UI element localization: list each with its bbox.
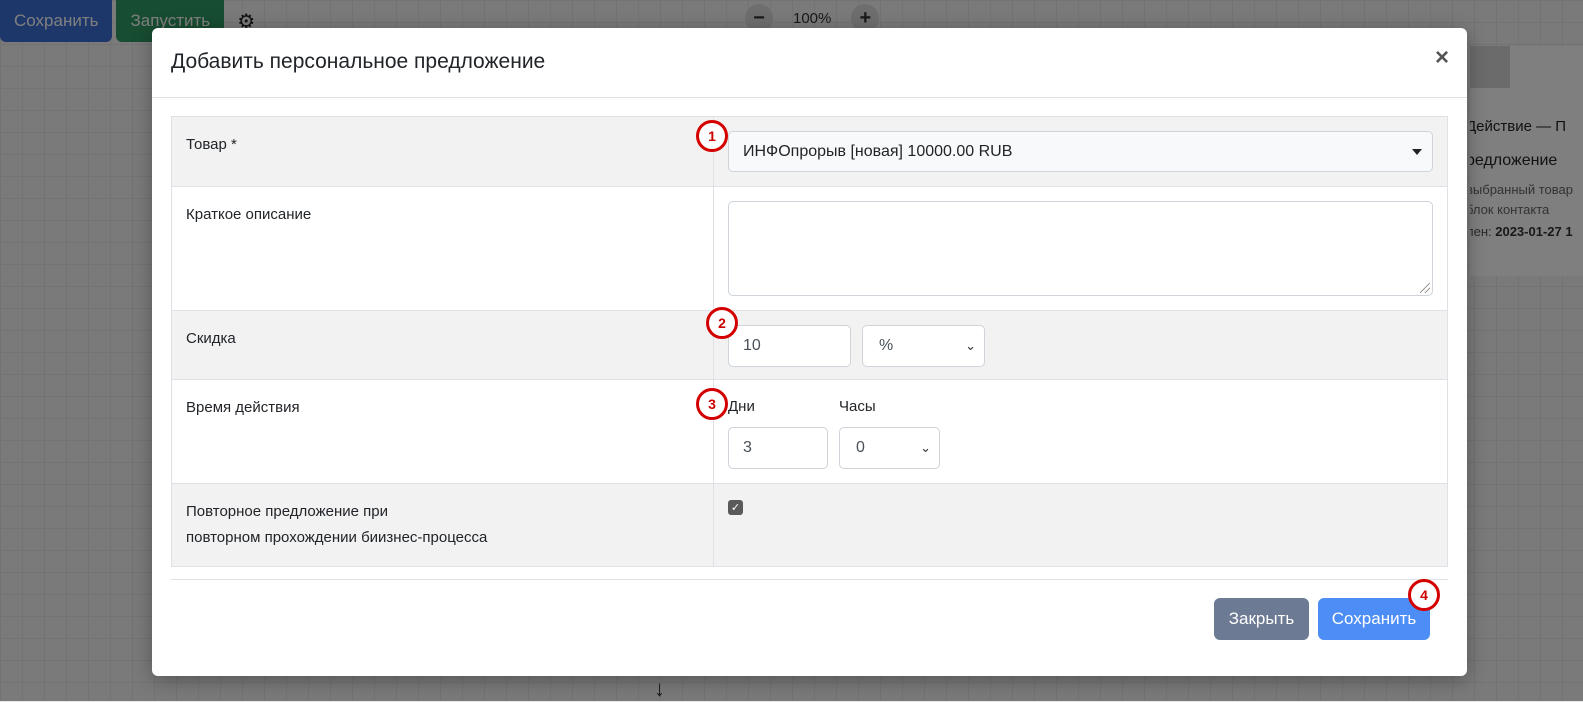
discount-input[interactable]: 10 xyxy=(728,325,851,367)
form-row-discount: Скидка 10 % ⌄ xyxy=(171,310,1448,380)
days-label: Дни xyxy=(728,398,755,415)
chevron-down-icon: ⌄ xyxy=(920,440,931,455)
product-select-value: ИНФОпрорыв [новая] 10000.00 RUB xyxy=(743,142,1013,160)
caret-down-icon xyxy=(1412,148,1422,155)
days-input[interactable]: 3 xyxy=(728,427,828,469)
hours-select-value: 0 xyxy=(856,439,865,456)
chevron-down-icon: ⌄ xyxy=(965,338,976,353)
hours-label: Часы xyxy=(839,398,876,415)
form-row-repeat: Повторное предложение при повторном прох… xyxy=(171,483,1448,567)
form-row-description: Краткое описание xyxy=(171,186,1448,311)
annotation-marker-1: 1 xyxy=(696,120,728,152)
repeat-label: Повторное предложение при повторном прох… xyxy=(171,483,714,567)
form-row-product: Товар * ИНФОпрорыв [новая] 10000.00 RUB xyxy=(171,116,1448,187)
description-textarea[interactable] xyxy=(728,201,1433,296)
discount-unit-value: % xyxy=(879,337,894,354)
repeat-checkbox[interactable]: ✓ xyxy=(728,500,743,515)
validity-label: Время действия xyxy=(171,379,714,484)
description-label: Краткое описание xyxy=(171,186,714,311)
close-icon[interactable]: × xyxy=(1435,46,1449,70)
add-offer-modal: Добавить персональное предложение × Това… xyxy=(152,28,1467,676)
annotation-marker-3: 3 xyxy=(696,388,728,420)
modal-header: Добавить персональное предложение × xyxy=(152,28,1467,98)
repeat-label-line: Повторное предложение при xyxy=(186,503,389,520)
resize-handle-icon[interactable] xyxy=(1420,283,1430,293)
annotation-marker-2: 2 xyxy=(706,307,738,339)
hours-select[interactable]: 0 ⌄ xyxy=(839,427,940,469)
modal-footer: Закрыть Сохранить xyxy=(171,579,1448,676)
discount-unit-select[interactable]: % ⌄ xyxy=(862,325,985,367)
repeat-label-line: повторном прохождении биизнес-процесса xyxy=(186,529,488,546)
modal-title: Добавить персональное предложение xyxy=(171,50,546,73)
form-row-validity: Время действия Дни Часы 3 0 ⌄ xyxy=(171,379,1448,484)
annotation-marker-4: 4 xyxy=(1408,579,1440,611)
close-button[interactable]: Закрыть xyxy=(1214,598,1309,640)
offer-form-table: Товар * ИНФОпрорыв [новая] 10000.00 RUB … xyxy=(171,116,1448,567)
product-select[interactable]: ИНФОпрорыв [новая] 10000.00 RUB xyxy=(728,131,1433,172)
product-label: Товар * xyxy=(171,116,714,187)
discount-label: Скидка xyxy=(171,310,714,380)
